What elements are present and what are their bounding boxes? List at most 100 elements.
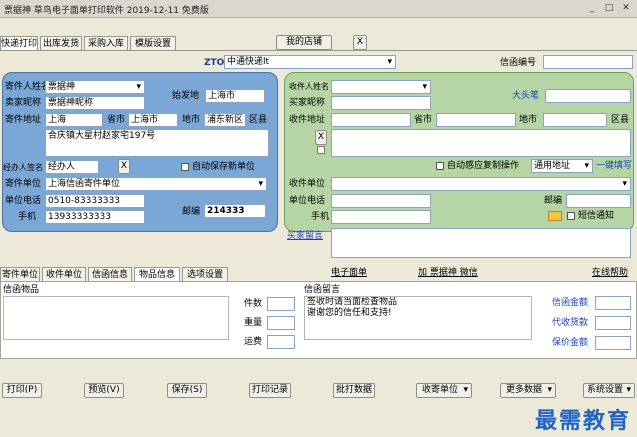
sign-input[interactable]: 经办人 — [45, 160, 99, 174]
esheet-link[interactable]: 电子面单 — [331, 266, 367, 280]
tab-sender-unit[interactable]: 寄件单位 — [0, 267, 40, 281]
tab-goods-info[interactable]: 物品信息 — [134, 267, 180, 281]
receiver-province-input[interactable] — [331, 113, 411, 127]
sender-district-input[interactable]: 浦东新区 — [204, 113, 246, 127]
cod-input[interactable] — [595, 316, 631, 330]
envelope-icon — [548, 211, 562, 221]
sign-label: 经办人签名 — [3, 163, 43, 172]
add-wechat-link[interactable]: 加 票据神 微信 — [418, 266, 478, 280]
goods-textarea[interactable] — [3, 296, 229, 340]
sender-unit-select[interactable]: 上海信函寄件单位 — [45, 177, 267, 191]
origin-input[interactable]: 上海市 — [205, 89, 265, 103]
contacts-menu-button[interactable]: 收寄单位 — [416, 383, 472, 398]
sender-province-label: 省市 — [107, 115, 126, 125]
receiver-district-label: 区县 — [611, 115, 630, 125]
sender-province-input[interactable]: 上海 — [45, 113, 103, 127]
receiver-city-label: 地市 — [519, 115, 538, 125]
tab-template[interactable]: 模版设置 — [130, 36, 176, 50]
carrier-code: ZTO — [204, 58, 225, 68]
sender-name-label: 寄件人姓名 — [5, 82, 51, 92]
sender-unit-label: 寄件单位 — [5, 179, 42, 189]
freight-label: 运费 — [244, 337, 263, 347]
tab-divider — [0, 50, 637, 51]
address-type-select[interactable]: 通用地址 — [531, 159, 593, 173]
seller-nick-label: 卖家昵称 — [5, 98, 42, 108]
autosave-checkbox[interactable] — [181, 163, 189, 171]
mail-amount-input[interactable] — [595, 296, 631, 310]
quick-fill-link[interactable]: 一键填写 — [596, 159, 632, 173]
buyer-message-input[interactable] — [331, 228, 631, 258]
mail-amount-label: 信函金额 — [552, 298, 589, 308]
sms-checkbox[interactable] — [567, 212, 575, 220]
receiver-addr-label: 收件地址 — [289, 115, 326, 125]
autosave-label: 自动保存新单位 — [192, 162, 256, 172]
tab-mail-info[interactable]: 信函信息 — [88, 267, 132, 281]
receiver-name-label: 收件人姓名 — [289, 82, 329, 91]
goods-label: 信函物品 — [3, 285, 40, 295]
receiver-address-checkbox[interactable] — [317, 146, 325, 154]
sender-district-label: 区县 — [249, 115, 268, 125]
freight-input[interactable] — [267, 335, 295, 349]
print-log-button[interactable]: 打印记录 — [249, 383, 291, 398]
sender-city-label: 地市 — [182, 115, 201, 125]
auto-copy-checkbox[interactable] — [436, 162, 444, 170]
receiver-mobile-input[interactable] — [331, 210, 431, 224]
auto-copy-label: 自动感应复制操作 — [447, 161, 520, 171]
online-help-link[interactable]: 在线帮助 — [592, 266, 628, 280]
receiver-unit-select[interactable] — [331, 177, 631, 191]
tab-options[interactable]: 选项设置 — [182, 267, 228, 281]
mail-no-input[interactable] — [543, 55, 633, 69]
weight-input[interactable] — [267, 316, 295, 330]
window-title: 票据神 草鸟电子面单打印软件 2019-12-11 免费版 — [4, 6, 209, 16]
weight-label: 重量 — [244, 318, 263, 328]
count-input[interactable] — [267, 297, 295, 311]
bigpen-input[interactable] — [545, 89, 631, 103]
print-button[interactable]: 打印(P) — [2, 383, 42, 398]
buyer-nick-label: 买家昵称 — [289, 98, 326, 108]
tab-purchase[interactable]: 采购入库 — [84, 36, 128, 50]
sender-city-input[interactable]: 上海市 — [128, 113, 178, 127]
clear-receiver-address-button[interactable]: X — [315, 130, 327, 145]
sender-zip-label: 邮编 — [182, 207, 201, 217]
mail-no-label: 信函编号 — [500, 58, 537, 68]
preview-button[interactable]: 预览(V) — [84, 383, 124, 398]
sender-mobile-label: 手机 — [18, 212, 37, 222]
maximize-button[interactable]: □ — [600, 2, 618, 15]
batch-data-button[interactable]: 批打数据 — [333, 383, 375, 398]
receiver-zip-input[interactable] — [566, 194, 631, 208]
message-textarea[interactable]: 签收时请当面检查物品 谢谢您的信任和支持! — [304, 296, 532, 340]
seller-nick-input[interactable]: 票据神昵称 — [45, 96, 145, 110]
sender-address-textarea[interactable]: 合庆镇大星村赵家宅197号 — [45, 129, 269, 157]
bigpen-label: 大头笔 — [512, 91, 540, 101]
receiver-tel-input[interactable] — [331, 194, 431, 208]
tab-express-print[interactable]: 快递打印 — [0, 36, 38, 50]
tab-outbound[interactable]: 出库发货 — [40, 36, 82, 50]
sender-mobile-input[interactable]: 13933333333 — [45, 210, 145, 224]
buyer-nick-input[interactable] — [331, 96, 431, 110]
clear-sign-button[interactable]: X — [118, 159, 130, 174]
close-tab-button[interactable]: X — [353, 35, 367, 50]
minimize-button[interactable]: _ — [583, 2, 601, 15]
buyer-message-link[interactable]: 买家留言 — [287, 229, 323, 243]
insured-label: 保价金额 — [552, 338, 589, 348]
origin-label: 始发地 — [172, 91, 200, 101]
my-store-button[interactable]: 我的店铺 — [276, 35, 332, 50]
sender-tel-label: 单位电话 — [5, 196, 42, 206]
receiver-district-input[interactable] — [543, 113, 607, 127]
sender-zip-input[interactable]: 214333 — [204, 204, 266, 218]
insured-input[interactable] — [595, 336, 631, 350]
sender-name-input[interactable]: 票据神 — [45, 80, 145, 94]
system-settings-menu-button[interactable]: 系统设置 — [583, 383, 635, 398]
message-label: 信函留言 — [304, 285, 341, 295]
sender-tel-input[interactable]: 0510-83333333 — [45, 194, 145, 208]
close-window-button[interactable]: ✕ — [617, 2, 635, 15]
receiver-province-label: 省市 — [414, 115, 433, 125]
receiver-name-input[interactable] — [331, 80, 431, 94]
more-data-menu-button[interactable]: 更多数据 — [500, 383, 556, 398]
receiver-unit-label: 收件单位 — [289, 179, 326, 189]
tab-receiver-unit[interactable]: 收件单位 — [42, 267, 86, 281]
receiver-city-input[interactable] — [436, 113, 516, 127]
receiver-address-textarea[interactable] — [331, 129, 631, 157]
carrier-select[interactable]: 中通快递lt — [224, 55, 396, 69]
save-button[interactable]: 保存(S) — [167, 383, 207, 398]
